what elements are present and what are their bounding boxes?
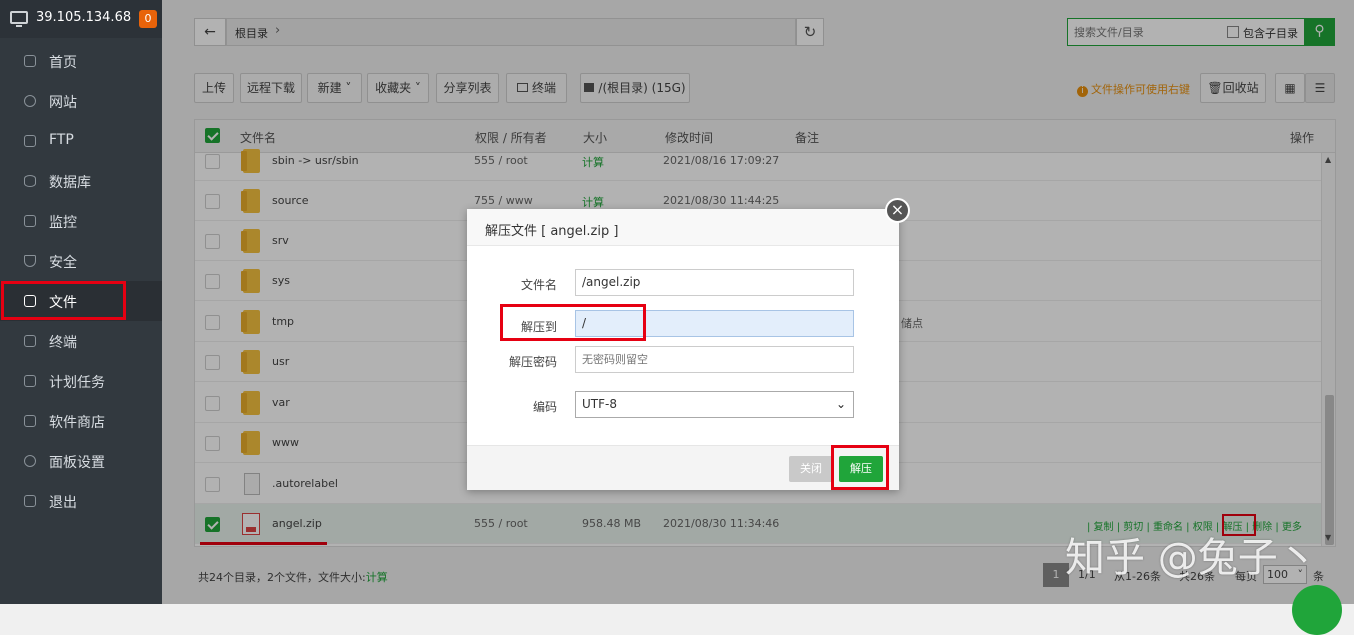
sidebar-item-monitor[interactable]: 监控 — [0, 201, 162, 241]
monitor-icon — [10, 11, 28, 27]
database-icon — [24, 175, 36, 187]
filename-label: 文件名 — [520, 278, 557, 292]
sidebar-item-cron[interactable]: 计划任务 — [0, 361, 162, 401]
calendar-icon — [24, 375, 36, 387]
logout-icon — [24, 495, 36, 507]
sidebar-item-database[interactable]: 数据库 — [0, 161, 162, 201]
chevron-down-icon: ⌄ — [835, 397, 846, 411]
sidebar-item-terminal[interactable]: 终端 — [0, 321, 162, 361]
watermark: 知乎 @兔子丶 — [1065, 535, 1318, 581]
home-icon — [24, 55, 36, 67]
sidebar-item-website[interactable]: 网站 — [0, 81, 162, 121]
dialog-title-bar: 解压文件 [ angel.zip ] — [467, 209, 899, 246]
terminal-icon — [24, 335, 36, 347]
highlight-extract-to — [500, 304, 646, 341]
sidebar-item-security[interactable]: 安全 — [0, 241, 162, 281]
highlight-files-nav — [1, 281, 126, 320]
password-label: 解压密码 — [508, 355, 557, 369]
gear-icon — [24, 455, 36, 467]
server-ip: 39.105.134.68 — [36, 10, 132, 25]
ftp-icon — [24, 135, 36, 147]
password-field[interactable] — [575, 346, 854, 373]
shield-icon — [24, 255, 36, 267]
server-header: 39.105.134.68 0 — [0, 0, 162, 38]
encoding-select[interactable]: UTF-8 ⌄ — [575, 391, 854, 418]
sidebar-item-settings[interactable]: 面板设置 — [0, 441, 162, 481]
sidebar-item-home[interactable]: 首页 — [0, 41, 162, 81]
dialog-title: 解压文件 [ angel.zip ] — [485, 224, 619, 239]
globe-icon — [24, 95, 36, 107]
close-button[interactable]: 关闭 — [789, 456, 833, 482]
grid-icon — [24, 415, 36, 427]
encoding-label: 编码 — [532, 400, 557, 414]
notification-badge[interactable]: 0 — [139, 10, 157, 28]
encoding-value: UTF-8 — [582, 397, 617, 411]
sidebar-item-store[interactable]: 软件商店 — [0, 401, 162, 441]
floating-badge[interactable] — [1292, 585, 1342, 635]
monitor-icon — [24, 215, 36, 227]
sidebar-item-ftp[interactable]: FTP — [0, 121, 162, 161]
filename-field[interactable]: /angel.zip — [575, 269, 854, 296]
sidebar-item-logout[interactable]: 退出 — [0, 481, 162, 521]
dialog-close-icon[interactable]: × — [885, 198, 910, 223]
highlight-extract-button — [831, 445, 889, 490]
